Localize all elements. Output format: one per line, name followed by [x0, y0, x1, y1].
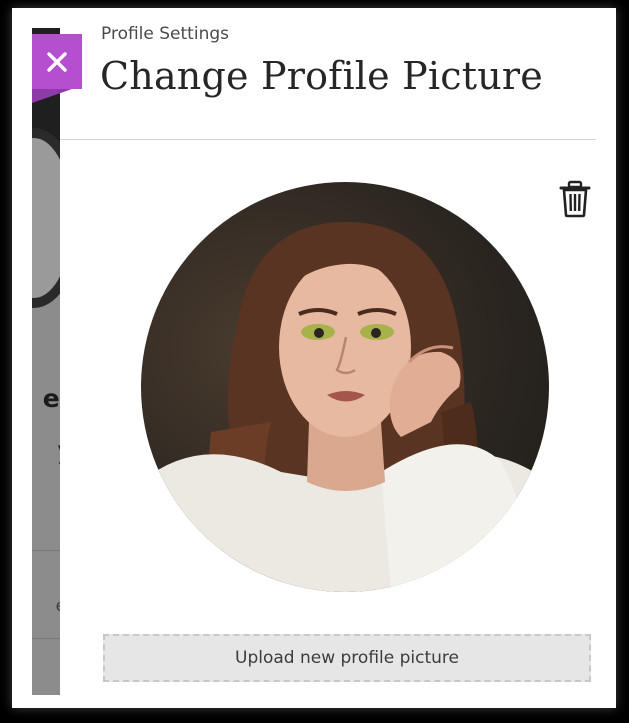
upload-picture-button[interactable]: Upload new profile picture	[103, 634, 591, 682]
breadcrumb: Profile Settings	[101, 24, 229, 44]
trash-icon	[559, 180, 591, 218]
close-button-tab	[32, 89, 72, 103]
delete-picture-button[interactable]	[558, 180, 592, 218]
close-icon	[47, 51, 67, 72]
profile-picture	[141, 182, 549, 592]
profile-picture-panel: Profile Settings Change Profile Picture	[60, 8, 616, 708]
header-divider	[60, 139, 596, 140]
modal-frame: er y er Profile Settings Change Profile …	[12, 8, 616, 708]
close-button[interactable]	[32, 34, 82, 89]
page-title: Change Profile Picture	[100, 54, 543, 98]
